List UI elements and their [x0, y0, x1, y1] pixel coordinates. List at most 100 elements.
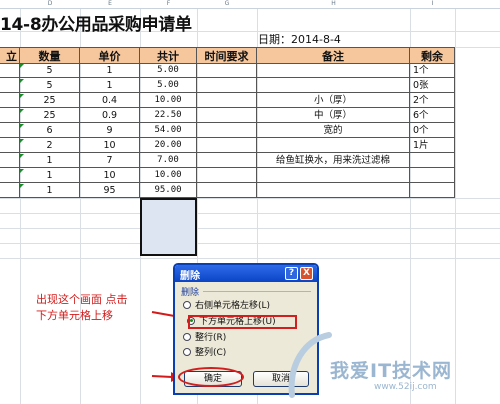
cell-remain[interactable]: 1个 [410, 63, 455, 78]
cell-qty[interactable]: 1 [20, 168, 80, 183]
option-label: 整行(R) [195, 333, 227, 343]
cell-qty[interactable]: 6 [20, 123, 80, 138]
cell-unit[interactable] [0, 153, 20, 168]
option-entire-column[interactable]: 整列(C) [183, 347, 226, 359]
cell-unit[interactable] [0, 63, 20, 78]
cell-total[interactable]: 22.50 [140, 108, 197, 123]
radio-icon[interactable] [183, 347, 191, 356]
cell-time[interactable] [197, 138, 257, 153]
cell-price[interactable]: 9 [80, 123, 140, 138]
cell-unit[interactable] [0, 123, 20, 138]
cell-remain[interactable]: 6个 [410, 108, 455, 123]
cell-qty[interactable]: 2 [20, 138, 80, 153]
close-icon[interactable]: X [300, 267, 313, 280]
column-letter-f[interactable]: F [140, 0, 197, 8]
column-letter-g[interactable]: G [197, 0, 257, 8]
cell-unit[interactable] [0, 78, 20, 93]
header-cell-total[interactable]: 共计 [140, 47, 197, 64]
header-cell-price[interactable]: 单价 [80, 47, 140, 64]
cell-time[interactable] [197, 123, 257, 138]
cell-time[interactable] [197, 168, 257, 183]
cell-time[interactable] [197, 93, 257, 108]
cell-unit[interactable] [0, 138, 20, 153]
cell-note[interactable] [257, 63, 410, 78]
date-cell[interactable]: 日期：2014-8-4 [258, 31, 341, 47]
cell-note[interactable] [257, 183, 410, 198]
header-cell-time[interactable]: 时间要求 [197, 47, 257, 64]
cell-price[interactable]: 0.9 [80, 108, 140, 123]
cell-remain[interactable] [410, 183, 455, 198]
cell-unit[interactable] [0, 93, 20, 108]
cell-qty[interactable]: 25 [20, 93, 80, 108]
cell-qty[interactable]: 5 [20, 78, 80, 93]
header-cell-qty[interactable]: 数量 [20, 47, 80, 64]
cell-price[interactable]: 10 [80, 168, 140, 183]
cell-total[interactable]: 20.00 [140, 138, 197, 153]
header-cell-remain[interactable]: 剩余 [410, 47, 455, 64]
cell-qty[interactable]: 5 [20, 63, 80, 78]
cell-time[interactable] [197, 108, 257, 123]
dialog-titlebar[interactable]: 删除 ? X [175, 265, 317, 282]
cell-note[interactable]: 中（厚） [257, 108, 410, 123]
cell-total[interactable]: 10.00 [140, 168, 197, 183]
cell-qty[interactable]: 25 [20, 108, 80, 123]
cell-price[interactable]: 0.4 [80, 93, 140, 108]
cell-note[interactable]: 小（厚） [257, 93, 410, 108]
cell-time[interactable] [197, 153, 257, 168]
selected-cell-range[interactable] [140, 198, 197, 256]
radio-icon[interactable] [183, 300, 191, 309]
cell-remain[interactable]: 1片 [410, 138, 455, 153]
cell-price[interactable]: 7 [80, 153, 140, 168]
header-cell-unit[interactable]: 立 [0, 47, 20, 64]
watermark-url: www.52ij.com [374, 382, 437, 392]
column-header-border [0, 8, 500, 9]
header-cell-note[interactable]: 备注 [257, 47, 410, 64]
watermark-text: 我爱IT技术网 [330, 360, 453, 382]
cell-total[interactable]: 54.00 [140, 123, 197, 138]
grid-line [0, 228, 500, 229]
cell-time[interactable] [197, 63, 257, 78]
cell-price[interactable]: 1 [80, 63, 140, 78]
cell-remain[interactable] [410, 168, 455, 183]
grid-line [0, 198, 500, 199]
radio-icon[interactable] [183, 332, 191, 341]
column-letter-e[interactable]: E [80, 0, 140, 8]
cell-note[interactable]: 宽的 [257, 123, 410, 138]
sheet-title[interactable]: 14-8办公用品采购申请单 [0, 10, 192, 35]
column-letter-i[interactable]: I [410, 0, 455, 8]
cell-unit[interactable] [0, 108, 20, 123]
ok-highlight-ellipse [178, 367, 244, 387]
column-letter-d[interactable]: D [20, 0, 80, 8]
cell-price[interactable]: 10 [80, 138, 140, 153]
cell-note[interactable] [257, 168, 410, 183]
cell-total[interactable]: 95.00 [140, 183, 197, 198]
option-shift-left[interactable]: 右侧单元格左移(L) [183, 300, 270, 312]
watermark-swoosh-icon [288, 332, 332, 398]
cell-total[interactable]: 5.00 [140, 63, 197, 78]
cell-price[interactable]: 95 [80, 183, 140, 198]
option-label: 右侧单元格左移(L) [195, 301, 271, 311]
help-icon[interactable]: ? [285, 267, 298, 280]
dialog-title: 删除 [180, 271, 200, 282]
cell-time[interactable] [197, 183, 257, 198]
option-entire-row[interactable]: 整行(R) [183, 332, 226, 344]
cell-unit[interactable] [0, 183, 20, 198]
grid-line [0, 213, 500, 214]
cell-time[interactable] [197, 78, 257, 93]
cell-remain[interactable]: 2个 [410, 93, 455, 108]
cell-remain[interactable]: 0张 [410, 78, 455, 93]
cell-total[interactable]: 10.00 [140, 93, 197, 108]
cell-total[interactable]: 7.00 [140, 153, 197, 168]
cell-total[interactable]: 5.00 [140, 78, 197, 93]
cell-remain[interactable] [410, 153, 455, 168]
cell-remain[interactable]: 0个 [410, 123, 455, 138]
cell-note[interactable]: 给鱼缸换水，用来洗过滤棉 [257, 153, 410, 168]
cell-note[interactable] [257, 78, 410, 93]
cell-qty[interactable]: 1 [20, 183, 80, 198]
cell-note[interactable] [257, 138, 410, 153]
cell-qty[interactable]: 1 [20, 153, 80, 168]
column-letter-h[interactable]: H [257, 0, 410, 8]
cell-price[interactable]: 1 [80, 78, 140, 93]
cell-unit[interactable] [0, 168, 20, 183]
annotation-line-1: 出现这个画面 点击 [36, 293, 128, 306]
